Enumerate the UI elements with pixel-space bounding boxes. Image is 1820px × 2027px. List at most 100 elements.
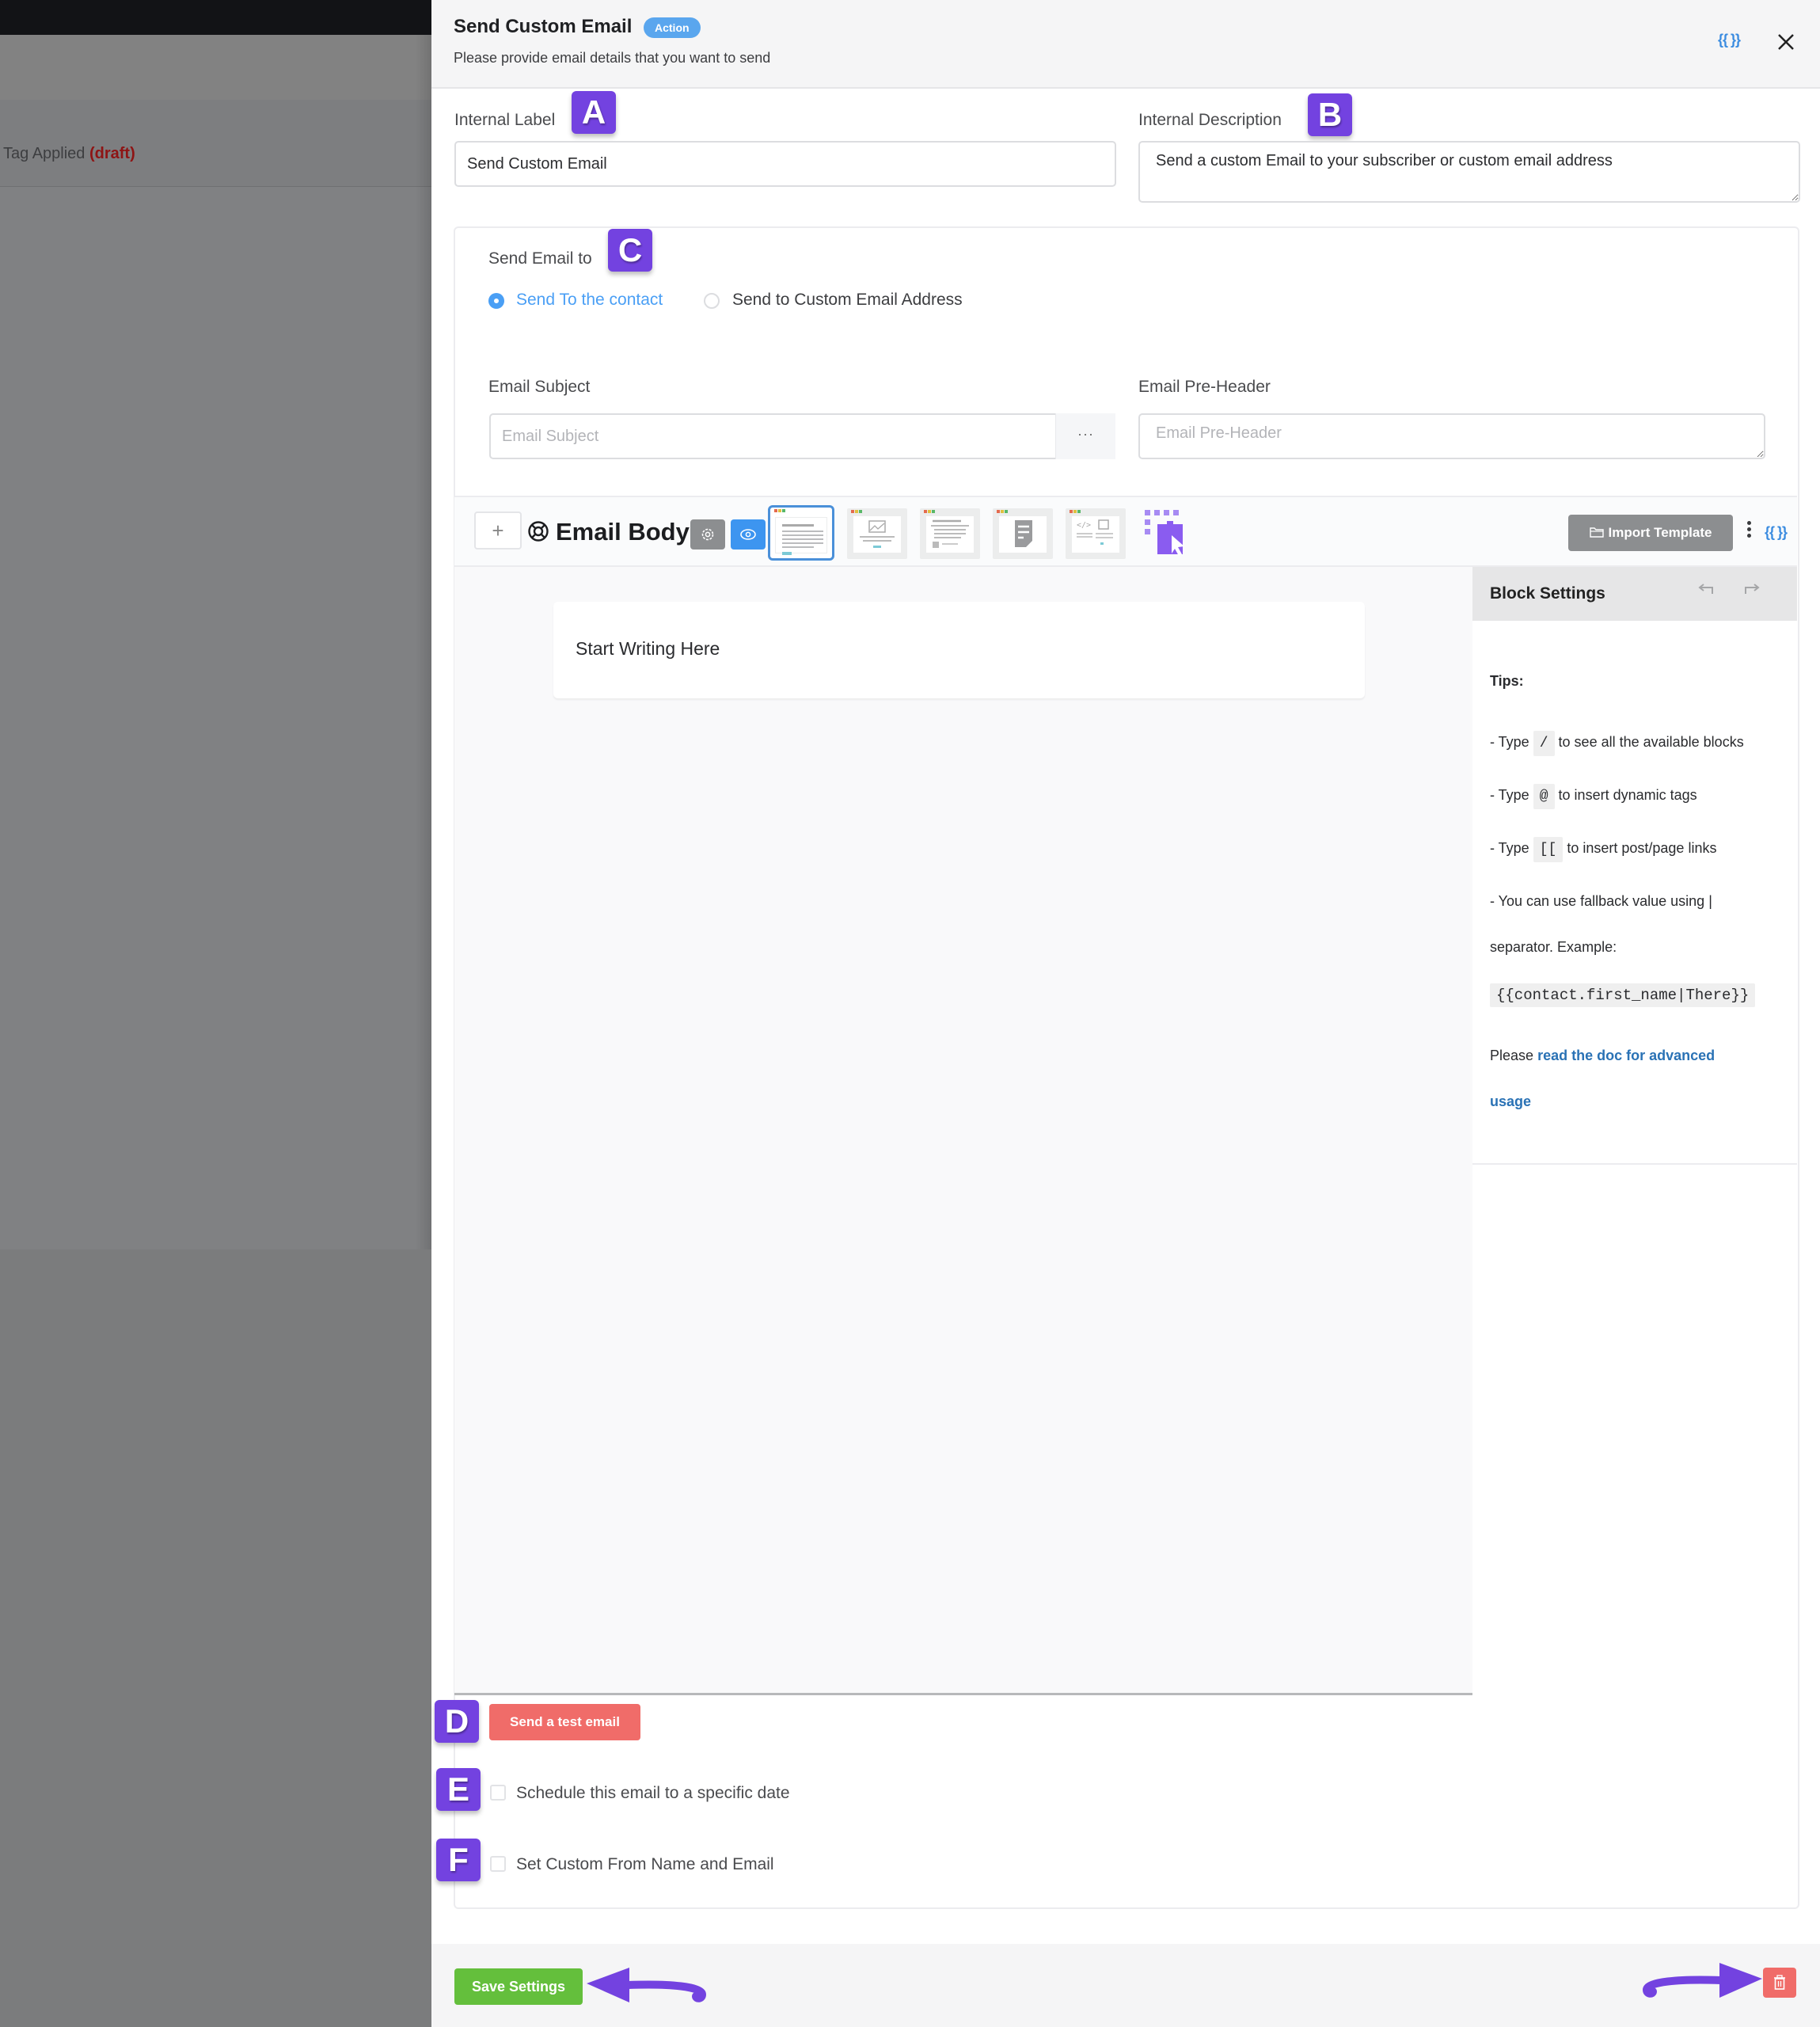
- radio-label[interactable]: Send To the contact: [516, 291, 663, 310]
- doc-prefix: Please: [1490, 1048, 1534, 1063]
- background-canvas: [0, 187, 431, 1249]
- folder-icon: [1589, 527, 1604, 538]
- background-header: [0, 35, 431, 100]
- radio-button-selected[interactable]: [488, 293, 504, 309]
- email-body-title: Email Body: [527, 518, 690, 546]
- smart-tags-icon[interactable]: {{ }}: [1765, 524, 1788, 541]
- visual-builder-icon[interactable]: [1143, 508, 1192, 559]
- internal-description-label: Internal Description: [1138, 111, 1282, 129]
- template-preview: [999, 516, 1047, 553]
- drawer-header: Send Custom Email Action Please provide …: [431, 0, 1820, 89]
- delete-action-button[interactable]: [1763, 1968, 1796, 1998]
- template-html-code[interactable]: </>: [1066, 508, 1126, 559]
- annotation-arrow-left: [587, 1968, 707, 2002]
- custom-from-checkbox[interactable]: [490, 1856, 506, 1872]
- window-dots: [997, 510, 1008, 513]
- block-settings-title: Block Settings: [1490, 584, 1605, 603]
- email-subject-field: ···: [489, 413, 1115, 459]
- tip-fallback: - You can use fallback value using |: [1490, 893, 1712, 909]
- code-icon: </>: [1077, 519, 1113, 545]
- paragraph-placeholder[interactable]: Start Writing Here: [576, 638, 720, 660]
- email-preheader-label: Email Pre-Header: [1138, 378, 1271, 396]
- lifebuoy-icon: [528, 521, 549, 542]
- window-dots: [1070, 510, 1081, 513]
- radio-label[interactable]: Send to Custom Email Address: [732, 291, 963, 310]
- tip-prefix: - Type: [1490, 787, 1529, 803]
- list-preview-icon: [931, 519, 969, 548]
- template-plain-note[interactable]: [993, 508, 1053, 559]
- send-test-email-button[interactable]: Send a test email: [489, 1704, 640, 1740]
- eye-icon: [740, 529, 756, 540]
- template-preview: </>: [1072, 516, 1119, 553]
- background-breadcrumb: Tag Applied (draft): [3, 145, 135, 163]
- schedule-email-label[interactable]: Schedule this email to a specific date: [516, 1784, 790, 1803]
- doc-line: Please read the doc for advanced: [1490, 1048, 1715, 1064]
- action-badge: Action: [644, 17, 701, 38]
- internal-label-input[interactable]: [454, 141, 1116, 187]
- tip-brackets: - Type [[ to insert post/page links: [1490, 837, 1717, 862]
- tip-at: - Type @ to insert dynamic tags: [1490, 784, 1697, 809]
- drawer-subtitle: Please provide email details that you wa…: [454, 50, 771, 66]
- template-image-text[interactable]: [847, 508, 907, 559]
- template-simple-text[interactable]: [768, 505, 834, 561]
- email-preheader-textarea[interactable]: [1138, 413, 1765, 459]
- import-template-button[interactable]: Import Template: [1568, 515, 1733, 551]
- svg-text:</>: </>: [1077, 521, 1091, 530]
- tip-slash: - Type / to see all the available blocks: [1490, 731, 1744, 756]
- paragraph-block[interactable]: Start Writing Here: [553, 602, 1365, 698]
- window-dots: [774, 509, 785, 512]
- tip-text: to see all the available blocks: [1558, 734, 1744, 750]
- radio-button-unselected[interactable]: [704, 293, 720, 309]
- template-preview: [926, 516, 974, 553]
- tip-fallback-continued: separator. Example:: [1490, 939, 1617, 955]
- tip-prefix: - Type: [1490, 734, 1529, 750]
- tip-text: to insert post/page links: [1567, 840, 1717, 856]
- drawer-shadow: [416, 35, 431, 1249]
- annotation-marker-d: D: [435, 1700, 479, 1743]
- editor-settings-button[interactable]: [690, 519, 725, 550]
- doc-link-continued[interactable]: usage: [1490, 1093, 1531, 1110]
- background-lower-area: [0, 1249, 431, 2027]
- template-preview: [853, 516, 901, 553]
- send-custom-email-drawer: Send Custom Email Action Please provide …: [431, 0, 1820, 2027]
- email-body-label: Email Body: [556, 518, 690, 546]
- email-body-canvas: Start Writing Here: [454, 567, 1472, 1695]
- block-settings-panel: Block Settings Tips: - Type / to see all…: [1472, 567, 1797, 1165]
- background-app-overlay: Tag Applied (draft): [0, 0, 431, 2027]
- window-dots: [924, 510, 935, 513]
- trash-icon: [1774, 1975, 1785, 1990]
- template-list[interactable]: [920, 508, 980, 559]
- block-settings-header: Block Settings: [1472, 567, 1797, 621]
- doc-link[interactable]: read the doc for advanced: [1537, 1048, 1715, 1063]
- tip-text: to insert dynamic tags: [1558, 787, 1697, 803]
- annotation-marker-b: B: [1308, 93, 1352, 136]
- redo-icon[interactable]: [1738, 580, 1761, 599]
- draft-status: (draft): [89, 145, 135, 162]
- email-body-toolbar: + Email Body </> Import Template {{}}: [454, 496, 1797, 567]
- schedule-email-checkbox[interactable]: [490, 1785, 506, 1801]
- admin-top-bar: [0, 0, 431, 35]
- more-options-icon[interactable]: [1745, 519, 1753, 543]
- tip-prefix: - Type: [1490, 840, 1529, 856]
- subject-smartcode-button[interactable]: ···: [1055, 413, 1115, 459]
- custom-from-label[interactable]: Set Custom From Name and Email: [516, 1855, 774, 1874]
- save-settings-button[interactable]: Save Settings: [454, 1968, 583, 2005]
- smart-tags-icon[interactable]: {{ }}: [1718, 32, 1741, 48]
- fallback-example-code: {{contact.first_name|There}}: [1490, 983, 1756, 1007]
- close-icon[interactable]: [1774, 30, 1798, 54]
- internal-description-textarea[interactable]: Send a custom Email to your subscriber o…: [1138, 141, 1800, 203]
- annotation-marker-e: E: [436, 1768, 481, 1811]
- gear-icon: [701, 528, 714, 541]
- background-breadcrumb-bar: [0, 100, 431, 187]
- window-dots: [851, 510, 862, 513]
- email-subject-label: Email Subject: [488, 378, 591, 396]
- add-block-button[interactable]: +: [474, 512, 522, 550]
- drawer-title: Send Custom Email: [454, 16, 633, 37]
- tips-heading: Tips:: [1490, 673, 1524, 689]
- email-subject-input[interactable]: [489, 413, 1115, 459]
- undo-icon[interactable]: [1697, 580, 1719, 599]
- annotation-marker-a: A: [572, 91, 616, 134]
- preview-button[interactable]: [731, 519, 766, 550]
- tip-code: [[: [1533, 837, 1564, 862]
- annotation-marker-c: C: [608, 229, 652, 272]
